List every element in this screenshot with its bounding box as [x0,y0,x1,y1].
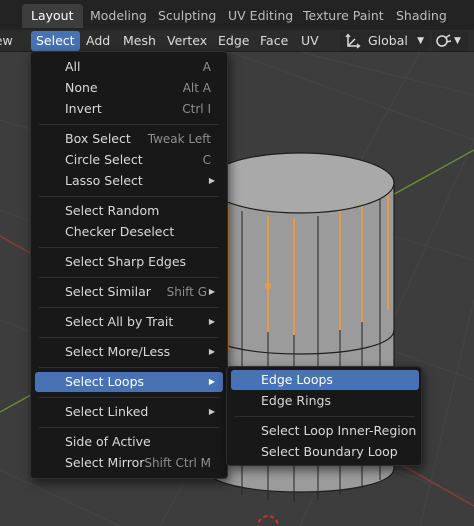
menu-item-label: Select Random [65,203,160,218]
menu-view[interactable]: View [0,31,18,51]
menu-item-lasso-select[interactable]: Lasso Select ▶ [35,171,223,191]
menu-item-edge-rings[interactable]: Edge Rings [231,391,419,411]
tab-shading[interactable]: Shading [387,4,456,28]
menu-item-label: Select Similar [65,284,151,299]
viewport-header: View Select Add Mesh Vertex Edge Face UV… [0,30,474,52]
menu-item-label: Side of Active [65,434,151,449]
transform-orientation-dropdown[interactable]: Global ▼ [340,31,430,51]
menu-item-select-loops[interactable]: Select Loops ▶ [35,372,223,392]
menu-item-select-sharp-edges[interactable]: Select Sharp Edges [35,252,223,272]
menu-item-select-boundary-loop[interactable]: Select Boundary Loop [231,442,419,462]
shortcut-label: Alt A [182,81,211,95]
menu-separator [39,196,219,197]
menu-item-label: Edge Loops [261,372,333,387]
menu-item-label: All [65,59,81,74]
menu-mesh[interactable]: Mesh [118,31,161,51]
menu-edge[interactable]: Edge [213,31,254,51]
transform-orientation-value: Global [368,33,408,48]
menu-item-label: Select Mirror [65,455,145,470]
shortcut-label: C [202,153,211,167]
submenu-arrow-icon: ▶ [208,407,215,416]
menu-item-none[interactable]: None Alt A [35,78,223,98]
menu-item-label: Checker Deselect [65,224,175,239]
menu-item-select-loop-inner-region[interactable]: Select Loop Inner-Region [231,421,419,441]
submenu-arrow-icon: ▶ [208,287,215,296]
menu-separator [39,307,219,308]
chevron-down-icon: ▼ [454,36,461,46]
menu-item-label: Select Boundary Loop [261,444,398,459]
submenu-arrow-icon: ▶ [208,317,215,326]
menu-item-label: Select All by Trait [65,314,174,329]
shortcut-label: Tweak Left [147,132,211,146]
menu-item-side-of-active[interactable]: Side of Active [35,432,223,452]
menu-item-select-more-less[interactable]: Select More/Less ▶ [35,342,223,362]
menu-item-circle-select[interactable]: Circle Select C [35,150,223,170]
menu-separator [39,337,219,338]
menu-item-all[interactable]: All A [35,57,223,77]
menu-item-label: Select More/Less [65,344,171,359]
menu-item-label: None [65,80,98,95]
menu-item-select-linked[interactable]: Select Linked ▶ [35,402,223,422]
menu-separator [235,416,415,417]
select-loops-submenu: Edge Loops Edge Rings Select Loop Inner-… [226,366,422,466]
menu-separator [39,124,219,125]
tab-layout[interactable]: Layout [22,4,83,28]
menu-select[interactable]: Select [31,31,80,51]
menu-item-label: Edge Rings [261,393,331,408]
menu-item-label: Box Select [65,131,131,146]
menu-item-label: Lasso Select [65,173,143,188]
menu-separator [39,397,219,398]
menu-item-label: Select Sharp Edges [65,254,187,269]
menu-vertex[interactable]: Vertex [162,31,212,51]
menu-item-box-select[interactable]: Box Select Tweak Left [35,129,223,149]
menu-item-label: Select Loops [65,374,145,389]
menu-separator [39,277,219,278]
menu-item-edge-loops[interactable]: Edge Loops [231,370,419,390]
menu-item-select-all-by-trait[interactable]: Select All by Trait ▶ [35,312,223,332]
menu-item-select-similar[interactable]: Select Similar Shift G ▶ [35,282,223,302]
tab-texture-paint[interactable]: Texture Paint [294,4,393,28]
menu-item-checker-deselect[interactable]: Checker Deselect [35,222,223,242]
menu-separator [39,367,219,368]
menu-item-invert[interactable]: Invert Ctrl I [35,99,223,119]
submenu-arrow-icon: ▶ [208,347,215,356]
menu-separator [39,247,219,248]
menu-item-label: Select Loop Inner-Region [261,423,417,438]
shortcut-label: Ctrl I [182,102,211,116]
menu-add[interactable]: Add [81,31,115,51]
menu-item-label: Invert [65,101,102,116]
snap-dropdown[interactable]: ▼ [432,31,468,51]
submenu-arrow-icon: ▶ [208,377,215,386]
workspace-tab-bar: Layout Modeling Sculpting UV Editing Tex… [0,0,474,30]
menu-separator [39,427,219,428]
menu-item-select-mirror[interactable]: Select Mirror Shift Ctrl M [35,453,223,473]
shortcut-label: A [202,60,211,74]
shortcut-label: Shift G [166,285,207,299]
tab-uv-editing[interactable]: UV Editing [219,4,302,28]
select-menu: All A None Alt A Invert Ctrl I Box Selec… [30,51,228,479]
shortcut-label: Shift Ctrl M [144,456,211,470]
menu-item-label: Select Linked [65,404,149,419]
tab-sculpting[interactable]: Sculpting [149,4,225,28]
menu-item-select-random[interactable]: Select Random [35,201,223,221]
chevron-down-icon: ▼ [417,36,424,46]
menu-face[interactable]: Face [255,31,293,51]
menu-uv[interactable]: UV [296,31,324,51]
submenu-arrow-icon: ▶ [208,176,215,185]
tab-modeling[interactable]: Modeling [81,4,156,28]
menu-item-label: Circle Select [65,152,143,167]
